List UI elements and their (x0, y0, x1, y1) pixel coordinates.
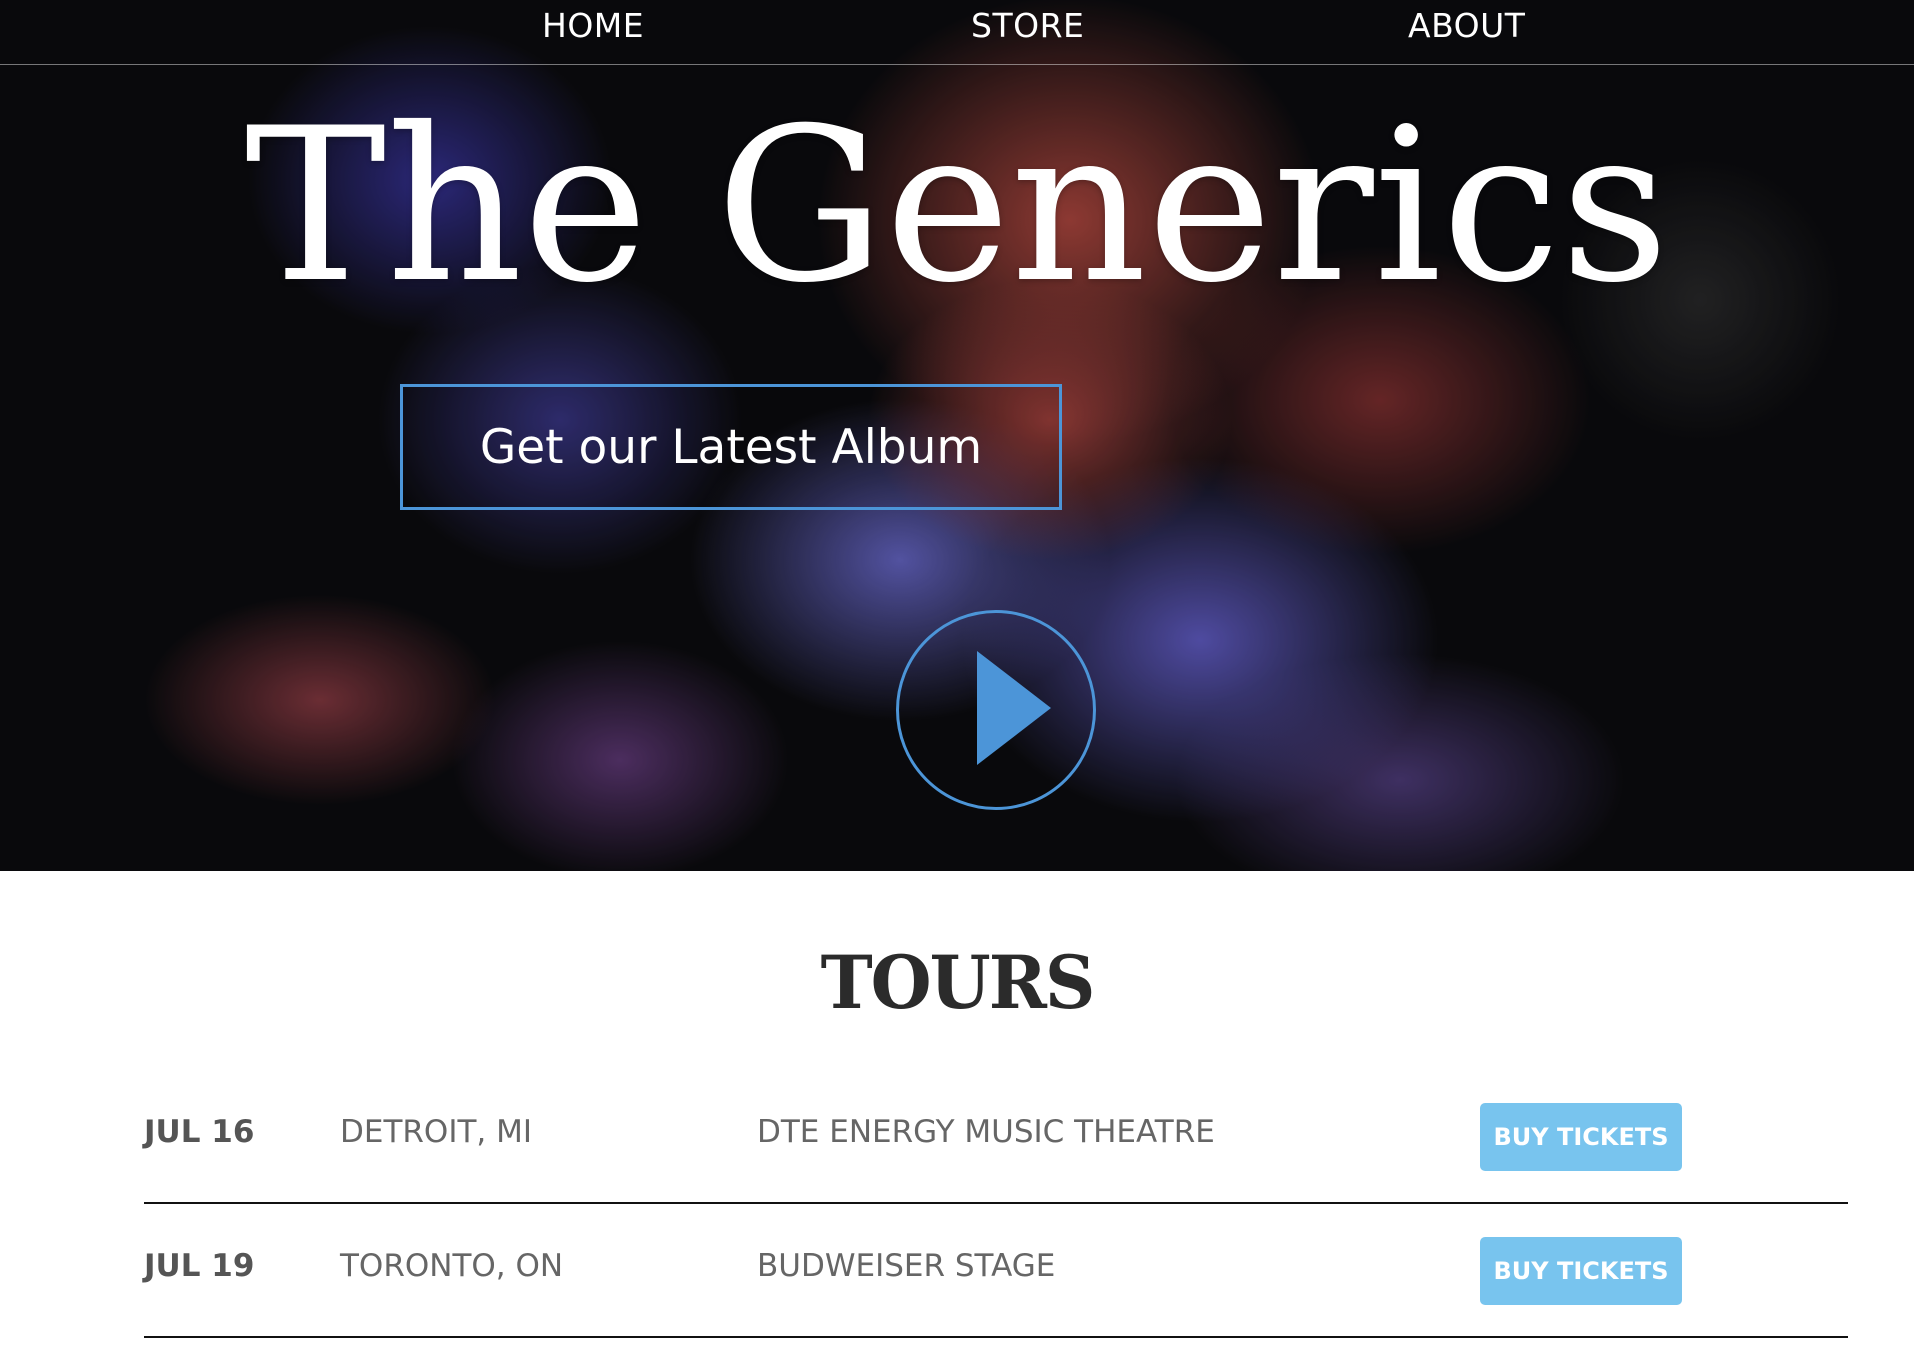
tour-venue: BUDWEISER STAGE (757, 1248, 1056, 1284)
nav-about-link[interactable]: ABOUT (1408, 6, 1525, 46)
buy-tickets-button[interactable]: BUY TICKETS (1480, 1237, 1682, 1305)
play-button[interactable] (896, 610, 1096, 810)
tours-heading: TOURS (820, 938, 1096, 1027)
tour-date: JUL 16 (144, 1114, 255, 1150)
tour-city: TORONTO, ON (340, 1248, 564, 1284)
tour-date: JUL 19 (144, 1248, 255, 1284)
nav-home-link[interactable]: HOME (542, 6, 644, 46)
tour-row: JUL 19 TORONTO, ON BUDWEISER STAGE BUY T… (144, 1202, 1848, 1338)
tour-row: JUL 16 DETROIT, MI DTE ENERGY MUSIC THEA… (144, 1068, 1848, 1204)
top-navigation: HOME STORE ABOUT (0, 0, 1914, 65)
play-icon (977, 651, 1051, 765)
hero-section: HOME STORE ABOUT The Generics Get our La… (0, 0, 1914, 871)
band-title: The Generics (244, 82, 1670, 329)
tour-venue: DTE ENERGY MUSIC THEATRE (757, 1114, 1215, 1150)
nav-store-link[interactable]: STORE (971, 6, 1084, 46)
buy-tickets-button[interactable]: BUY TICKETS (1480, 1103, 1682, 1171)
tour-city: DETROIT, MI (340, 1114, 533, 1150)
get-latest-album-button[interactable]: Get our Latest Album (400, 384, 1062, 510)
